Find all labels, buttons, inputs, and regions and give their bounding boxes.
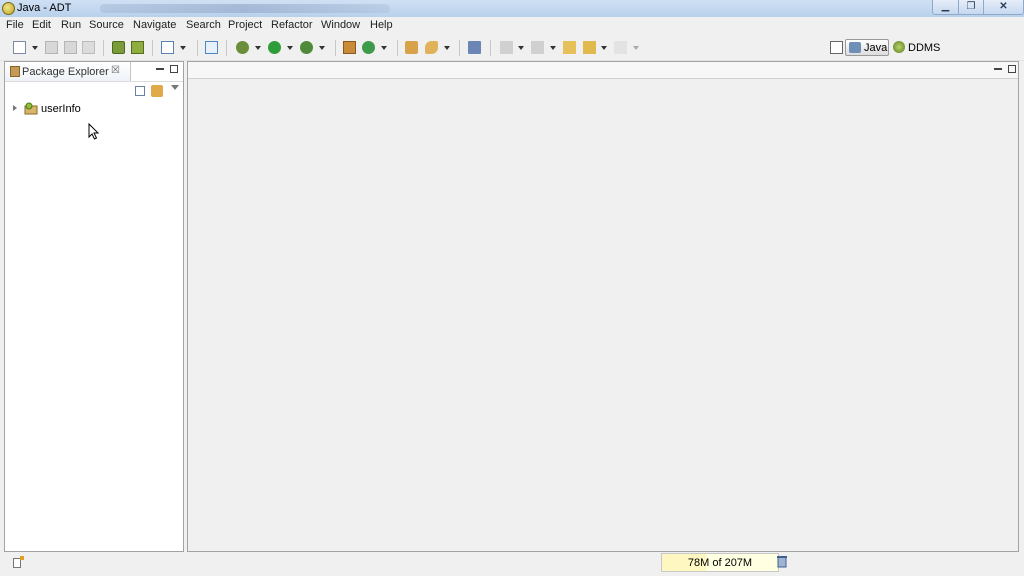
- minimize-button[interactable]: ▁: [932, 0, 959, 15]
- eclipse-app-icon: [2, 2, 15, 15]
- menu-edit[interactable]: Edit: [32, 19, 51, 31]
- java-perspective-icon: [849, 42, 861, 53]
- new-icon[interactable]: [13, 41, 26, 54]
- next-annotation-icon[interactable]: [500, 41, 513, 54]
- lint-check-icon[interactable]: [161, 41, 174, 54]
- maximize-editor-icon[interactable]: [1008, 65, 1016, 73]
- save-all-icon[interactable]: [64, 41, 77, 54]
- new-java-class-icon[interactable]: [362, 41, 375, 54]
- external-tools-dropdown-icon[interactable]: [319, 46, 325, 50]
- previous-annotation-dropdown-icon[interactable]: [550, 46, 556, 50]
- toolbar-separator: [197, 40, 198, 56]
- heap-status-text: 78M of 207M: [687, 557, 753, 569]
- toolbar-separator: [152, 40, 153, 56]
- search-dropdown-icon[interactable]: [444, 46, 450, 50]
- toggle-mark-occurrences-icon[interactable]: [468, 41, 481, 54]
- toolbar-separator: [397, 40, 398, 56]
- forward-dropdown-icon[interactable]: [633, 46, 639, 50]
- save-icon[interactable]: [45, 41, 58, 54]
- package-explorer-tab[interactable]: Package Explorer ☒: [5, 62, 131, 81]
- window-title: Java - ADT: [17, 2, 72, 14]
- forward-icon[interactable]: [614, 41, 627, 54]
- toolbar-separator: [335, 40, 336, 56]
- toolbar-separator: [459, 40, 460, 56]
- lint-dropdown-icon[interactable]: [180, 46, 186, 50]
- back-dropdown-icon[interactable]: [601, 46, 607, 50]
- back-icon[interactable]: [583, 41, 596, 54]
- editor-area: [187, 61, 1019, 552]
- heap-status: 78M of 207M: [661, 553, 779, 572]
- new-class-dropdown-icon[interactable]: [381, 46, 387, 50]
- debug-icon[interactable]: [236, 41, 249, 54]
- avd-manager-icon[interactable]: [131, 41, 144, 54]
- menu-window[interactable]: Window: [321, 19, 360, 31]
- debug-dropdown-icon[interactable]: [255, 46, 261, 50]
- java-perspective-label: Java: [864, 42, 888, 54]
- fast-view-badge: [20, 556, 24, 560]
- collapse-all-icon[interactable]: [135, 86, 145, 96]
- ddms-perspective-button[interactable]: DDMS: [892, 39, 948, 56]
- new-dropdown-icon[interactable]: [32, 46, 38, 50]
- view-menu-icon[interactable]: [171, 85, 179, 90]
- minimize-view-icon[interactable]: [156, 68, 164, 70]
- project-label: userInfo: [41, 103, 81, 115]
- maximize-button[interactable]: ❐: [958, 0, 984, 15]
- java-perspective-button[interactable]: Java: [845, 39, 889, 56]
- toolbar-separator: [490, 40, 491, 56]
- toolbar-separator: [226, 40, 227, 56]
- open-perspective-icon[interactable]: [830, 41, 843, 54]
- link-with-editor-icon[interactable]: [151, 85, 163, 97]
- search-icon[interactable]: [425, 41, 438, 54]
- external-tools-icon[interactable]: [300, 41, 313, 54]
- toolbar-separator: [103, 40, 104, 56]
- close-view-icon[interactable]: ☒: [111, 65, 120, 76]
- status-bar: 78M of 207M: [0, 552, 1024, 576]
- menu-run[interactable]: Run: [61, 19, 81, 31]
- menu-help[interactable]: Help: [370, 19, 393, 31]
- title-bar: Java - ADT ▁ ❐ ✕: [0, 0, 1024, 18]
- next-annotation-dropdown-icon[interactable]: [518, 46, 524, 50]
- minimize-editor-icon[interactable]: [994, 68, 1002, 70]
- print-icon[interactable]: [82, 41, 95, 54]
- expand-arrow-icon[interactable]: [13, 105, 17, 111]
- new-android-project-icon[interactable]: [205, 41, 218, 54]
- new-java-package-icon[interactable]: [343, 41, 356, 54]
- run-icon[interactable]: [268, 41, 281, 54]
- previous-annotation-icon[interactable]: [531, 41, 544, 54]
- package-explorer-title: Package Explorer: [22, 66, 109, 78]
- ddms-perspective-label: DDMS: [908, 42, 941, 54]
- menu-refactor[interactable]: Refactor: [271, 19, 313, 31]
- package-explorer-icon: [10, 66, 20, 77]
- menu-search[interactable]: Search: [186, 19, 221, 31]
- run-dropdown-icon[interactable]: [287, 46, 293, 50]
- menu-bar: File Edit Run Source Navigate Search Pro…: [0, 17, 1024, 35]
- android-sdk-manager-icon[interactable]: [112, 41, 125, 54]
- view-toolbar-divider: [5, 81, 183, 82]
- mouse-pointer-icon: [88, 122, 100, 141]
- close-window-button[interactable]: ✕: [983, 0, 1024, 15]
- title-bar-blurred-area: [100, 4, 390, 13]
- maximize-view-icon[interactable]: [170, 65, 178, 73]
- editor-tab-strip: [188, 62, 1018, 79]
- ddms-perspective-icon: [893, 41, 905, 53]
- garbage-collect-icon[interactable]: [777, 555, 787, 568]
- last-edit-location-icon[interactable]: [563, 41, 576, 54]
- menu-project[interactable]: Project: [228, 19, 262, 31]
- android-project-icon: [24, 102, 38, 115]
- menu-file[interactable]: File: [6, 19, 24, 31]
- open-type-icon[interactable]: [405, 41, 418, 54]
- menu-navigate[interactable]: Navigate: [133, 19, 176, 31]
- menu-source[interactable]: Source: [89, 19, 124, 31]
